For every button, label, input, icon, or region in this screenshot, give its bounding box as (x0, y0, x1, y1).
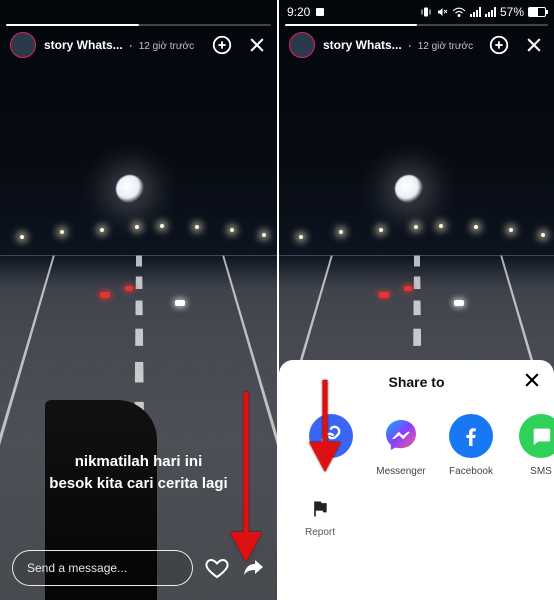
share-option-facebook[interactable]: Facebook (445, 414, 497, 477)
share-option-sms[interactable]: SMS (515, 414, 554, 477)
story-panel-right: 9:20 57% story Whats... · 1 (277, 0, 554, 600)
signal-icon (470, 7, 481, 17)
add-story-icon[interactable] (211, 34, 233, 56)
story-caption: nikmatilah hari ini besok kita cari ceri… (0, 451, 277, 495)
story-timestamp: 12 giờ trước (418, 41, 473, 52)
battery-icon (528, 7, 546, 17)
status-bar: 9:20 57% (279, 0, 554, 24)
story-progress (285, 24, 548, 26)
avatar[interactable] (10, 32, 36, 58)
like-heart-icon[interactable] (205, 556, 229, 580)
username[interactable]: story Whats... (44, 38, 123, 52)
story-panel-left: story Whats... · 12 giờ trước nikmatilah… (0, 0, 277, 600)
signal-icon-2 (485, 7, 496, 17)
send-message-placeholder: Send a message... (27, 561, 127, 575)
share-sheet: Share to Messenger (279, 360, 554, 600)
story-progress (6, 24, 271, 26)
share-option-messenger[interactable]: Messenger (375, 414, 427, 477)
story-header: story Whats... · 12 giờ trước (0, 32, 277, 58)
share-icon[interactable] (241, 556, 265, 580)
report-button[interactable]: Report (305, 499, 335, 538)
vibrate-icon (420, 6, 432, 18)
send-message-input[interactable]: Send a message... (12, 550, 193, 586)
facebook-icon (449, 414, 493, 458)
username[interactable]: story Whats... (323, 38, 402, 52)
share-option-label: Messenger (376, 466, 425, 477)
close-icon[interactable] (247, 35, 267, 55)
story-bottom-bar: Send a message... (0, 550, 277, 586)
share-option-label: SMS (530, 466, 552, 477)
caption-line-1: nikmatilah hari ini (14, 451, 263, 473)
dot-separator: · (408, 38, 412, 52)
messenger-icon (379, 414, 423, 458)
add-story-icon[interactable] (488, 34, 510, 56)
share-option-copy-link[interactable] (305, 414, 357, 477)
close-icon[interactable] (524, 35, 544, 55)
story-header: story Whats... · 12 giờ trước (279, 32, 554, 58)
avatar[interactable] (289, 32, 315, 58)
wifi-icon (452, 6, 466, 18)
share-title: Share to (388, 374, 444, 390)
story-photo (0, 0, 277, 600)
status-time: 9:20 (287, 5, 310, 19)
dot-separator: · (129, 38, 133, 52)
sms-icon (519, 414, 554, 458)
mute-icon (436, 6, 448, 18)
battery-percent: 57% (500, 5, 524, 19)
screenshot-indicator-icon (314, 6, 326, 18)
close-icon[interactable] (522, 370, 542, 390)
flag-icon (310, 499, 330, 519)
report-label: Report (305, 527, 335, 538)
caption-line-2: besok kita cari cerita lagi (14, 473, 263, 495)
link-icon (309, 414, 353, 458)
share-option-label: Facebook (449, 466, 493, 477)
story-timestamp: 12 giờ trước (139, 41, 194, 52)
